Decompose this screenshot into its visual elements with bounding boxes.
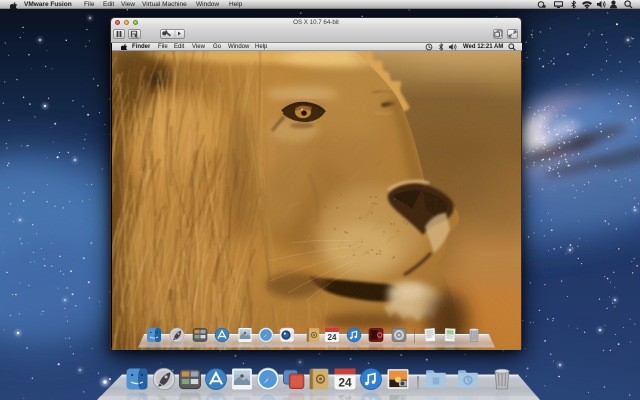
svg-text:24: 24 bbox=[328, 333, 337, 342]
svg-text:24: 24 bbox=[338, 375, 352, 389]
